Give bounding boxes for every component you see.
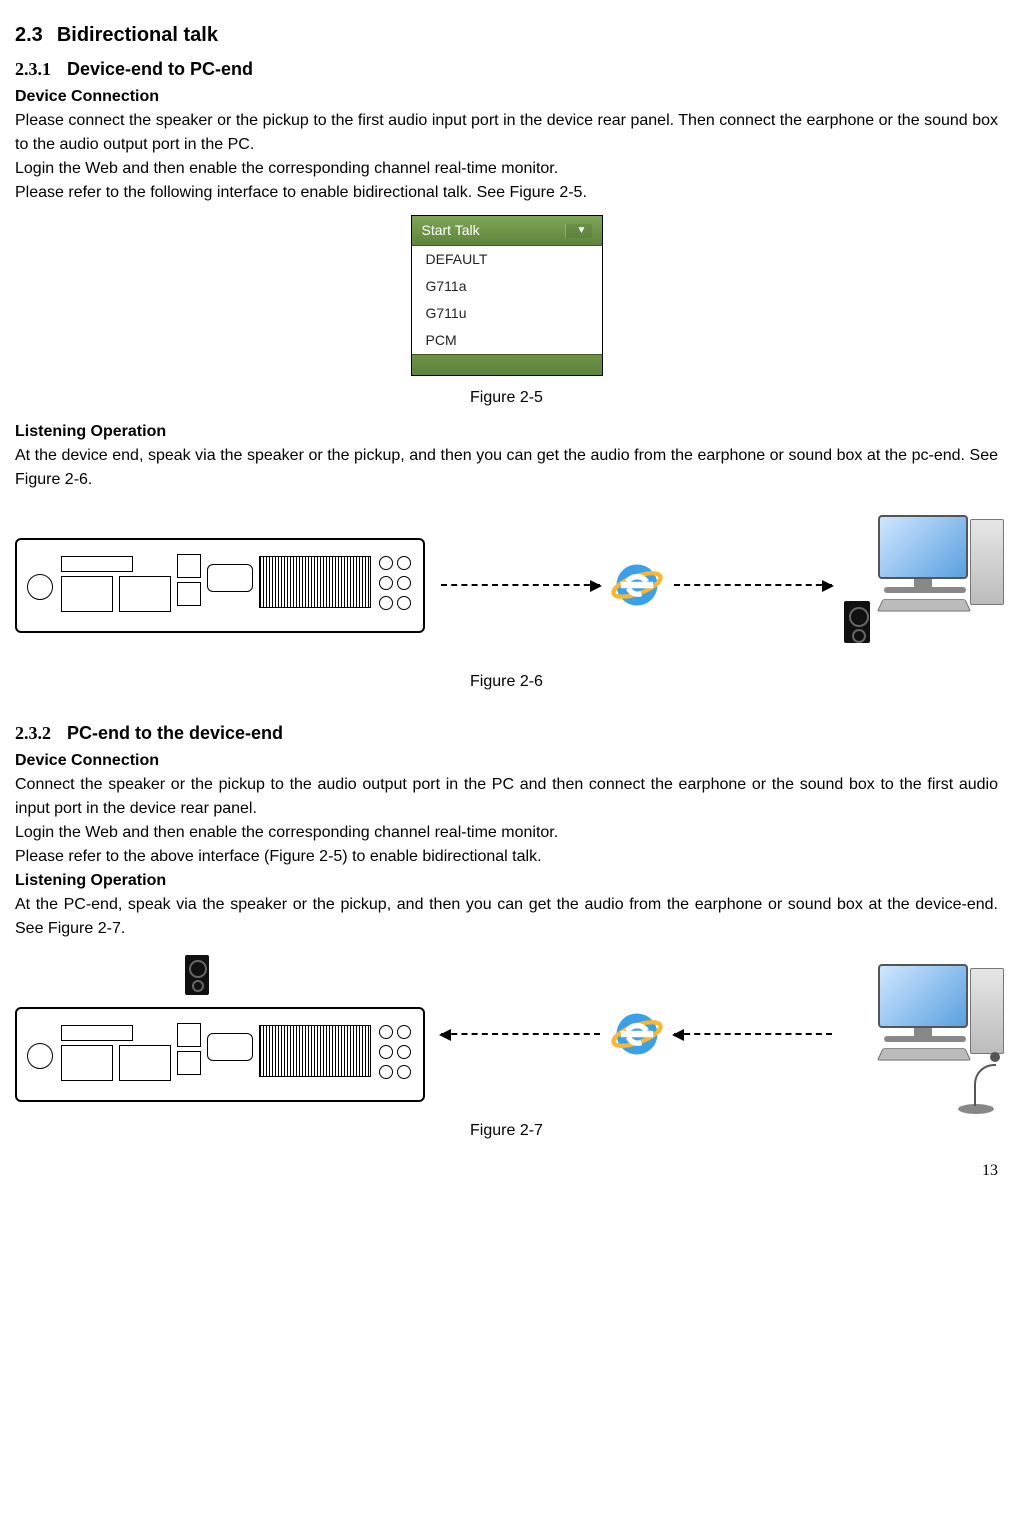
arrow-left-1 bbox=[441, 1033, 600, 1035]
para-232-4: At the PC-end, speak via the speaker or … bbox=[15, 893, 998, 941]
para-232-3: Please refer to the above interface (Fig… bbox=[15, 845, 998, 869]
option-default[interactable]: DEFAULT bbox=[412, 246, 602, 273]
option-pcm[interactable]: PCM bbox=[412, 327, 602, 354]
arrow-right-2 bbox=[674, 584, 833, 586]
page-number: 13 bbox=[15, 1159, 998, 1183]
chevron-down-icon[interactable]: ▼ bbox=[565, 224, 592, 238]
subhead-listening-2: Listening Operation bbox=[15, 869, 998, 893]
ie-browser-icon bbox=[610, 1007, 664, 1061]
figure-2-6 bbox=[15, 510, 998, 660]
heading-2-3-1: 2.3.1 Device-end to PC-end bbox=[15, 56, 998, 83]
pc-tower-icon bbox=[970, 519, 1004, 605]
para-231-1: Please connect the speaker or the pickup… bbox=[15, 109, 998, 157]
device-rear-panel-2 bbox=[15, 959, 435, 1109]
para-232-2: Login the Web and then enable the corres… bbox=[15, 821, 998, 845]
para-232-1: Connect the speaker or the pickup to the… bbox=[15, 773, 998, 821]
subhead-device-connection-2: Device Connection bbox=[15, 749, 998, 773]
pc-with-speaker bbox=[838, 515, 998, 655]
para-231-4: At the device end, speak via the speaker… bbox=[15, 444, 998, 492]
subhead-listening-1: Listening Operation bbox=[15, 420, 998, 444]
start-talk-header[interactable]: Start Talk ▼ bbox=[412, 216, 602, 246]
figure-2-7 bbox=[15, 959, 998, 1109]
secnum-2-3-1: 2.3.1 bbox=[15, 59, 51, 79]
figure-2-5: Start Talk ▼ DEFAULT G711a G711u PCM bbox=[15, 215, 998, 376]
option-g711u[interactable]: G711u bbox=[412, 300, 602, 327]
heading-2-3-2: 2.3.2 PC-end to the device-end bbox=[15, 720, 998, 747]
start-talk-dropdown[interactable]: Start Talk ▼ DEFAULT G711a G711u PCM bbox=[411, 215, 603, 376]
speaker-icon bbox=[844, 601, 870, 643]
para-231-3: Please refer to the following interface … bbox=[15, 181, 998, 205]
start-talk-footer bbox=[412, 354, 602, 375]
pc-monitor-icon bbox=[878, 515, 968, 579]
title-2-3: Bidirectional talk bbox=[57, 24, 218, 46]
option-g711a[interactable]: G711a bbox=[412, 273, 602, 300]
pc-with-mic bbox=[838, 964, 998, 1104]
pc-tower-icon bbox=[970, 968, 1004, 1054]
arrow-right-1 bbox=[441, 584, 600, 586]
subhead-device-connection-1: Device Connection bbox=[15, 85, 998, 109]
caption-2-7: Figure 2-7 bbox=[15, 1119, 998, 1143]
microphone-icon bbox=[948, 1054, 1008, 1114]
keyboard-icon bbox=[877, 599, 971, 611]
secnum-2-3: 2.3 bbox=[15, 24, 43, 46]
secnum-2-3-2: 2.3.2 bbox=[15, 723, 51, 743]
caption-2-6: Figure 2-6 bbox=[15, 670, 998, 694]
speaker-icon bbox=[185, 955, 209, 995]
start-talk-options: DEFAULT G711a G711u PCM bbox=[412, 246, 602, 354]
title-2-3-2: PC-end to the device-end bbox=[67, 723, 283, 743]
ie-browser-icon bbox=[610, 558, 664, 612]
caption-2-5: Figure 2-5 bbox=[15, 386, 998, 410]
para-231-2: Login the Web and then enable the corres… bbox=[15, 157, 998, 181]
start-talk-label: Start Talk bbox=[422, 220, 480, 241]
device-rear-panel bbox=[15, 510, 435, 660]
arrow-left-2 bbox=[674, 1033, 833, 1035]
title-2-3-1: Device-end to PC-end bbox=[67, 59, 253, 79]
heading-2-3: 2.3 Bidirectional talk bbox=[15, 20, 998, 50]
pc-monitor-icon bbox=[878, 964, 968, 1028]
